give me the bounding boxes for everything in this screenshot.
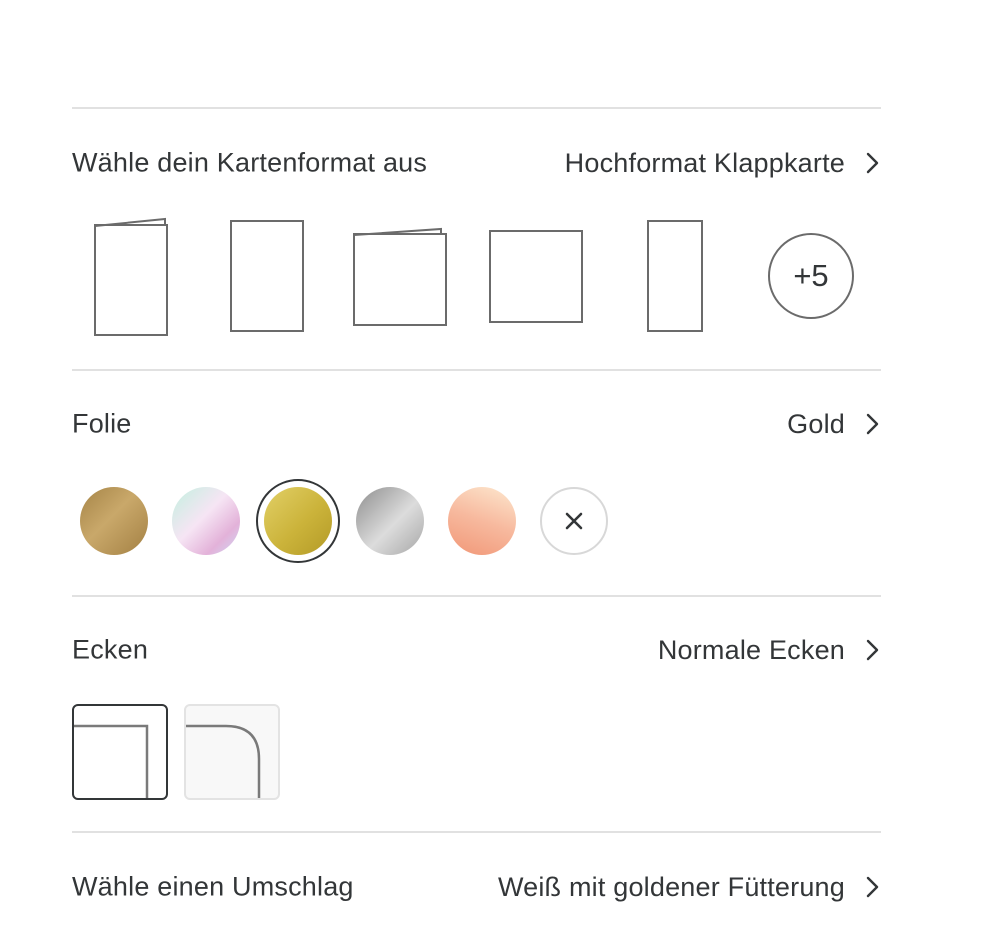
format-option-tall-slim-icon[interactable] xyxy=(647,220,705,334)
corners-section-header: Ecken Normale Ecken xyxy=(72,630,881,670)
corner-option-normal[interactable] xyxy=(72,704,168,800)
divider-corners xyxy=(72,831,881,833)
corners-value: Normale Ecken xyxy=(657,634,845,665)
square-corner-icon xyxy=(74,724,149,798)
divider-format xyxy=(72,369,881,371)
format-option-portrait-folded-icon[interactable] xyxy=(94,216,170,338)
chevron-right-icon xyxy=(866,152,879,174)
envelope-label: Wähle einen Umschlag xyxy=(72,871,354,902)
close-icon xyxy=(565,512,583,530)
corner-option-rounded[interactable] xyxy=(184,704,280,800)
divider-foil xyxy=(72,595,881,597)
format-option-square-flat-icon[interactable] xyxy=(489,230,585,326)
chevron-right-icon xyxy=(866,639,879,661)
envelope-value: Weiß mit goldener Fütterung xyxy=(497,871,845,902)
foil-swatch-holographic[interactable] xyxy=(172,487,240,555)
envelope-section-header: Wähle einen Umschlag Weiß mit goldener F… xyxy=(72,867,881,907)
divider-top xyxy=(72,107,881,109)
rounded-corner-icon xyxy=(186,724,261,798)
foil-swatch-none[interactable] xyxy=(540,487,608,555)
format-option-square-folded-icon[interactable] xyxy=(353,227,449,329)
foil-selection-link[interactable]: Gold xyxy=(787,404,881,444)
format-section-header: Wähle dein Kartenformat aus Hochformat K… xyxy=(72,143,881,183)
chevron-right-icon xyxy=(866,876,879,898)
corners-label: Ecken xyxy=(72,634,149,665)
more-formats-button[interactable]: +5 xyxy=(768,233,854,319)
format-label: Wähle dein Kartenformat aus xyxy=(72,147,428,178)
foil-label: Folie xyxy=(72,408,132,439)
format-value: Hochformat Klappkarte xyxy=(564,147,845,178)
foil-swatch-bronze[interactable] xyxy=(80,487,148,555)
chevron-right-icon xyxy=(866,413,879,435)
foil-section-header: Folie Gold xyxy=(72,404,881,444)
format-option-portrait-flat-icon[interactable] xyxy=(230,220,306,334)
corners-selection-link[interactable]: Normale Ecken xyxy=(658,630,881,670)
foil-swatch-silver[interactable] xyxy=(356,487,424,555)
foil-swatch-gold[interactable] xyxy=(264,487,332,555)
foil-value: Gold xyxy=(787,408,845,439)
format-selection-link[interactable]: Hochformat Klappkarte xyxy=(565,143,881,183)
envelope-selection-link[interactable]: Weiß mit goldener Fütterung xyxy=(498,867,881,907)
foil-swatch-rose-gold[interactable] xyxy=(448,487,516,555)
